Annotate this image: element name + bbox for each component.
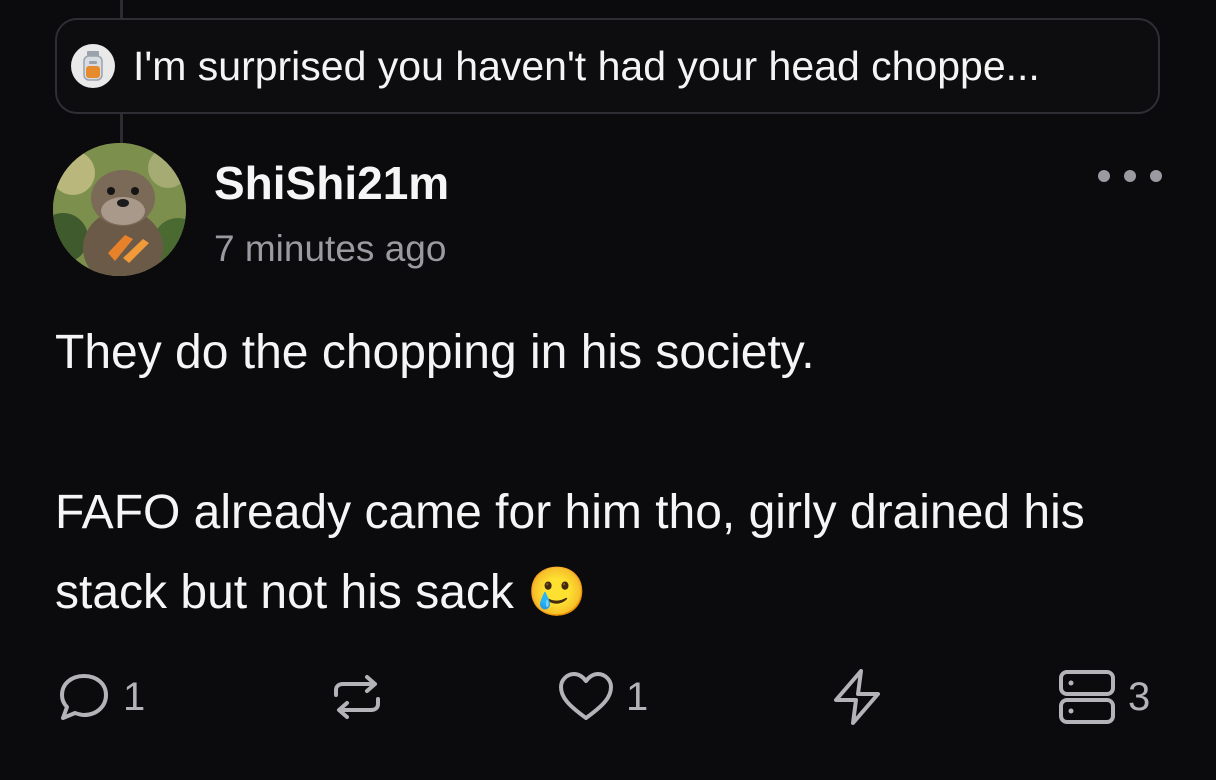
post-body: They do the chopping in his society. FAF…: [55, 313, 1165, 633]
username[interactable]: ShiShi21m: [214, 156, 449, 210]
stack-icon: [1059, 670, 1115, 724]
jar-icon: [83, 51, 103, 81]
post-paragraph-2: FAFO already came for him tho, girly dra…: [55, 473, 1165, 633]
quoted-reply-preview[interactable]: I'm surprised you haven't had your head …: [55, 18, 1160, 114]
post-paragraph-1: They do the chopping in his society.: [55, 326, 815, 379]
more-dots-icon[interactable]: [1098, 160, 1162, 192]
quote-avatar: [71, 44, 115, 88]
thread-line-mid: [120, 114, 123, 144]
like-button[interactable]: 1: [556, 662, 648, 732]
lightning-icon: [834, 669, 880, 725]
comment-count: 1: [123, 674, 146, 719]
emoji-tear-smile: 🥲: [527, 566, 587, 619]
comment-button[interactable]: 1: [55, 662, 145, 732]
quoted-text: I'm surprised you haven't had your head …: [133, 42, 1040, 89]
otter-avatar-image: [53, 143, 186, 276]
stack-count: 3: [1128, 674, 1151, 719]
zap-button[interactable]: [828, 662, 886, 732]
thread-line-top: [120, 0, 123, 18]
comment-bubble-icon: [60, 674, 108, 720]
avatar[interactable]: [53, 143, 186, 276]
post-timestamp: 7 minutes ago: [214, 228, 447, 269]
repost-button[interactable]: [328, 662, 386, 732]
dot: [1098, 170, 1110, 182]
dot: [1124, 170, 1136, 182]
dot: [1150, 170, 1162, 182]
repost-icon: [334, 675, 380, 719]
heart-icon: [559, 672, 613, 720]
like-count: 1: [626, 674, 649, 719]
stack-button[interactable]: 3: [1056, 662, 1150, 732]
